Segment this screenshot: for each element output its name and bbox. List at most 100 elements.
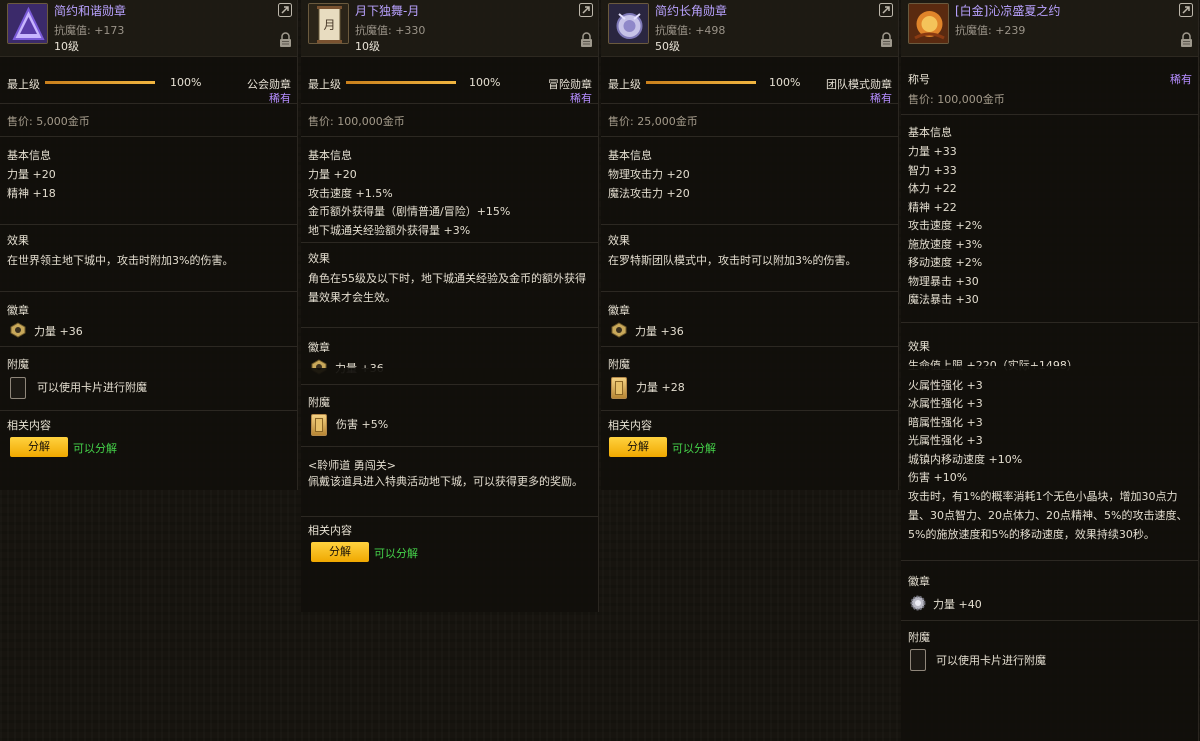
sell-price: 售价: 5,000金币: [7, 115, 90, 128]
effect-line: 城镇内移动速度 +10%: [908, 453, 1023, 466]
emblem-title: 徽章: [908, 575, 930, 588]
share-icon[interactable]: [1179, 3, 1193, 17]
gold-card-slot[interactable]: [611, 377, 627, 399]
effect-title: 效果: [7, 234, 29, 247]
basic-info-title: 基本信息: [7, 149, 51, 162]
emblem-title: 徽章: [308, 341, 330, 354]
basic-info-title: 基本信息: [308, 149, 352, 162]
effect-text: 角色在55级及以下时，地下城通关经验及金币的额外获得量效果才会生效。: [308, 272, 586, 304]
emblem-gear-icon: [910, 595, 926, 611]
stat-line: 智力 +33: [908, 164, 957, 177]
item-tooltip-panel: 简约长角勋章 抗魔值: +498 50级 最上级 100% 团队模式勋章 稀有 …: [601, 0, 899, 490]
lock-icon[interactable]: [279, 32, 292, 48]
effect-line: 暗属性强化 +3: [908, 416, 983, 429]
stat-line: 金币额外获得量（剧情普通/冒险）+15%: [308, 205, 511, 218]
anti-magic-value: 抗魔值: +498: [655, 24, 726, 37]
decompose-button[interactable]: 分解: [10, 437, 68, 457]
item-level: 10级: [54, 40, 79, 53]
anti-magic-value: 抗魔值: +239: [955, 24, 1026, 37]
emblem-hex-icon: [611, 322, 627, 338]
effect-line: 伤害 +10%: [908, 471, 968, 484]
item-tooltip-panel: 月 月下独舞-月 抗魔值: +330 10级 最上级 100% 冒险勋章 稀有 …: [301, 0, 599, 612]
can-decompose-label: 可以分解: [672, 442, 716, 455]
progress-percent: 100%: [769, 76, 801, 89]
share-icon[interactable]: [879, 3, 893, 17]
effect-text: 攻击时，有1%的概率消耗1个无色小晶块，增加30点力量、30点智力、20点体力、…: [908, 490, 1188, 541]
enchant-title: 附魔: [7, 358, 29, 371]
emblem-hex-icon: [10, 322, 26, 338]
quote-text: 佩戴该道具进入特典活动地下城，可以获得更多的奖励。: [308, 475, 583, 488]
item-name: 简约长角勋章: [655, 4, 728, 18]
effect-title: 效果: [608, 234, 630, 247]
enchant-stat: 伤害 +5%: [336, 418, 389, 431]
stat-line: 魔法暴击 +30: [908, 293, 979, 306]
share-icon[interactable]: [278, 3, 292, 17]
stat-line: 攻击速度 +1.5%: [308, 187, 393, 200]
emblem-stat: 力量 +40: [933, 598, 982, 611]
stat-line: 攻击速度 +2%: [908, 219, 983, 232]
basic-info-title: 基本信息: [908, 126, 952, 139]
tooltip-header: 月 月下独舞-月 抗魔值: +330 10级: [301, 0, 598, 57]
related-title: 相关内容: [608, 419, 652, 432]
emblem-stat: 力量 +36: [34, 325, 83, 338]
item-name: 月下独舞-月: [355, 4, 420, 18]
item-name: 简约和谐勋章: [54, 4, 127, 18]
empty-card-slot[interactable]: [910, 649, 926, 671]
item-tooltip-panel: [白金]沁凉盛夏之约 抗魔值: +239 称号 稀有 售价: 100,000金币…: [901, 0, 1199, 741]
stat-line: 魔法攻击力 +20: [608, 187, 690, 200]
anti-magic-value: 抗魔值: +173: [54, 24, 125, 37]
effect-line: 光属性强化 +3: [908, 434, 983, 447]
emblem-title: 徽章: [7, 304, 29, 317]
item-level: 10级: [355, 40, 380, 53]
sell-price: 售价: 25,000金币: [608, 115, 698, 128]
stat-line: 地下城通关经验额外获得量 +3%: [308, 224, 471, 237]
item-level: 50级: [655, 40, 680, 53]
item-tooltip-panel: 简约和谐勋章 抗魔值: +173 10级 最上级 100% 公会勋章 稀有 售价…: [0, 0, 298, 490]
emblem-stat: 力量 +36: [635, 325, 684, 338]
stat-line: 力量 +20: [308, 168, 357, 181]
related-title: 相关内容: [308, 524, 352, 537]
enchant-title: 附魔: [308, 396, 330, 409]
sell-price: 售价: 100,000金币: [308, 115, 405, 128]
gold-card-slot[interactable]: [311, 414, 327, 436]
stat-line: 力量 +33: [908, 145, 957, 158]
stat-line: 物理攻击力 +20: [608, 168, 690, 181]
decompose-button[interactable]: 分解: [609, 437, 667, 457]
related-title: 相关内容: [7, 419, 51, 432]
stat-line: 力量 +20: [7, 168, 56, 181]
item-icon: [608, 3, 649, 44]
tooltip-header: 简约和谐勋章 抗魔值: +173 10级: [0, 0, 297, 57]
basic-info-title: 基本信息: [608, 149, 652, 162]
sell-price: 售价: 100,000金币: [908, 93, 1005, 106]
share-icon[interactable]: [579, 3, 593, 17]
can-decompose-label: 可以分解: [73, 442, 117, 455]
effect-title: 效果: [908, 340, 930, 353]
item-icon: 月: [308, 3, 349, 44]
rarity-label: 稀有: [1170, 73, 1192, 86]
upgrade-progress-bar: [45, 81, 155, 84]
lock-icon[interactable]: [880, 32, 893, 48]
effect-title: 效果: [308, 252, 330, 265]
enchant-hint: 可以使用卡片进行附魔: [37, 381, 147, 394]
item-name: [白金]沁凉盛夏之约: [955, 4, 1061, 18]
upgrade-progress-bar: [646, 81, 756, 84]
enchant-title: 附魔: [908, 631, 930, 644]
decompose-button[interactable]: 分解: [311, 542, 369, 562]
lock-icon[interactable]: [1180, 32, 1193, 48]
stat-line: 移动速度 +2%: [908, 256, 983, 269]
stat-line: 施放速度 +3%: [908, 238, 983, 251]
tooltip-header: 简约长角勋章 抗魔值: +498 50级: [601, 0, 898, 57]
tooltip-header: [白金]沁凉盛夏之约 抗魔值: +239: [901, 0, 1198, 57]
stat-line: 体力 +22: [908, 182, 957, 195]
effect-text: 在罗特斯团队模式中，攻击时可以附加3%的伤害。: [608, 254, 857, 267]
upgrade-progress-bar: [346, 81, 456, 84]
effect-line: 火属性强化 +3: [908, 379, 983, 392]
empty-card-slot[interactable]: [10, 377, 26, 399]
stat-line: 精神 +22: [908, 201, 957, 214]
item-type: 称号: [908, 73, 930, 86]
lock-icon[interactable]: [580, 32, 593, 48]
effect-line: 冰属性强化 +3: [908, 397, 983, 410]
progress-percent: 100%: [170, 76, 202, 89]
item-icon: [7, 3, 48, 44]
effect-text: 在世界领主地下城中，攻击时附加3%的伤害。: [7, 254, 234, 267]
